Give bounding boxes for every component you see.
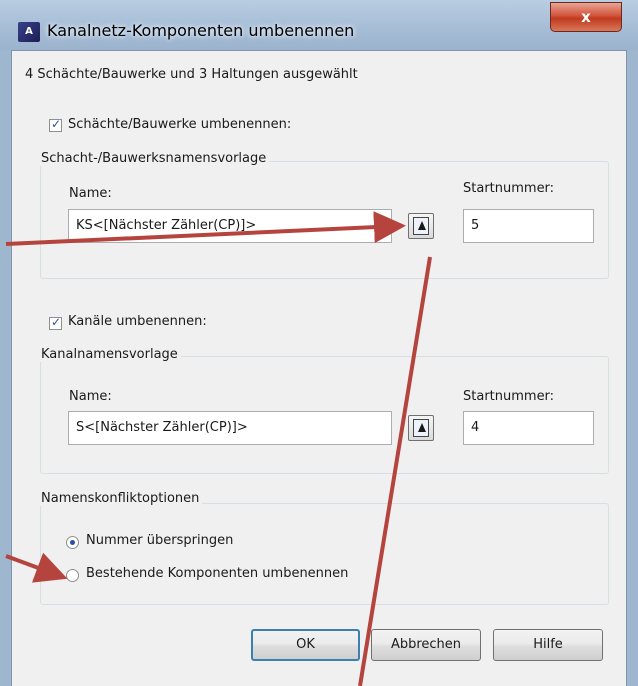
pipe-start-label: Startnummer: [463, 389, 555, 404]
conflict-group-title: Namenskonfliktoptionen [38, 491, 203, 506]
pipe-name-input[interactable]: S<[Nächster Zähler(CP)]> [68, 411, 392, 445]
help-button[interactable]: Hilfe [493, 629, 603, 661]
structure-name-template-button[interactable] [408, 213, 434, 239]
pipe-group-title: Kanalnamensvorlage [38, 347, 181, 362]
structure-name-label: Name: [69, 186, 112, 201]
name-conflict-options-group [40, 503, 609, 605]
rename-pipes-label: Kanäle umbenennen: [68, 314, 207, 329]
pipe-start-number-input[interactable]: 4 [463, 411, 594, 445]
radio-selected-dot [70, 540, 75, 545]
pipe-name-template-button[interactable] [408, 415, 434, 441]
ok-button[interactable]: OK [251, 629, 360, 661]
rename-structures-label: Schächte/Bauwerke umbenennen: [68, 117, 292, 132]
dialog-window: A Kanalnetz-Komponenten umbenennen x 4 S… [0, 0, 638, 686]
structure-start-number-input[interactable]: 5 [463, 209, 594, 243]
close-button[interactable]: x [550, 2, 622, 32]
rename-existing-label: Bestehende Komponenten umbenennen [86, 566, 349, 581]
structure-group-title: Schacht-/Bauwerksnamensvorlage [38, 151, 270, 166]
selection-summary: 4 Schächte/Bauwerke und 3 Haltungen ausg… [25, 67, 358, 82]
window-title: Kanalnetz-Komponenten umbenennen [47, 21, 355, 40]
name-template-icon [413, 217, 429, 235]
skip-number-radio[interactable] [66, 536, 79, 549]
dialog-client-area: 4 Schächte/Bauwerke und 3 Haltungen ausg… [11, 50, 627, 686]
rename-structures-checkbox[interactable]: ✓ [49, 117, 62, 132]
rename-pipes-checkbox[interactable]: ✓ [49, 315, 62, 330]
name-template-icon [413, 419, 429, 437]
cancel-button[interactable]: Abbrechen [371, 629, 481, 661]
skip-number-label: Nummer überspringen [86, 533, 234, 548]
rename-existing-radio[interactable] [66, 569, 79, 582]
checkmark-icon: ✓ [51, 315, 62, 329]
civil3d-app-icon: A [18, 22, 40, 42]
structure-name-input[interactable]: KS<[Nächster Zähler(CP)]> [68, 209, 392, 243]
structure-start-label: Startnummer: [463, 181, 555, 196]
title-bar[interactable]: A Kanalnetz-Komponenten umbenennen x [0, 0, 638, 50]
pipe-name-label: Name: [69, 389, 112, 404]
checkmark-icon: ✓ [51, 117, 62, 131]
